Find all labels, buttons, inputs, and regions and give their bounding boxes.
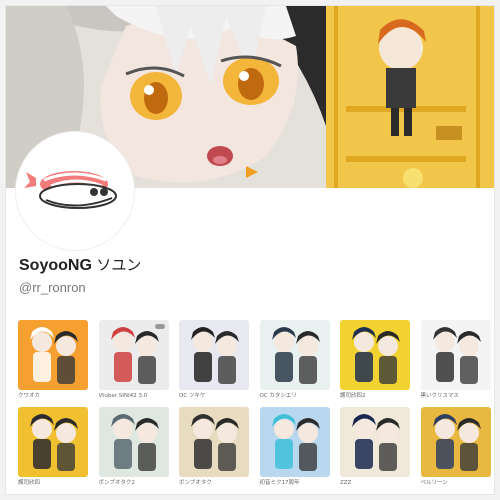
user-handle: @rr_ronron [19, 280, 86, 295]
gallery-thumbnail[interactable] [420, 320, 491, 390]
gallery-caption: ベルリーン [420, 480, 448, 486]
profile-avatar[interactable] [16, 132, 134, 250]
gallery-caption: OC ツキケ [179, 393, 206, 399]
display-name-latin: SoyooNG [19, 257, 92, 274]
multi-image-badge [154, 324, 165, 329]
gallery-caption: Vtuber SINI42 3.0 [98, 393, 148, 399]
gallery-item[interactable]: 初音ミク17周年 [259, 407, 330, 487]
gallery-caption: ボンブオタク [179, 480, 212, 486]
gallery-item[interactable]: ベルリーン [420, 407, 491, 487]
gallery-item[interactable]: クワオカ [18, 320, 88, 400]
gallery-item[interactable]: OC ツキケ [179, 320, 249, 400]
gallery-item[interactable]: ボンブオタク2 [98, 407, 169, 487]
gallery-item[interactable]: ボンブオタク [179, 407, 249, 487]
gallery-thumbnail[interactable] [259, 320, 330, 390]
gallery-caption: 護司欣四2 [340, 393, 366, 399]
gallery-item[interactable]: OC カタシエリ [259, 320, 330, 400]
gallery-thumbnail[interactable] [179, 407, 249, 477]
gallery-item[interactable]: 護司欣四2 [340, 320, 410, 400]
display-name-japanese: ソユン [96, 256, 142, 274]
gallery-thumbnail[interactable] [340, 407, 410, 477]
gallery-item[interactable]: Vtuber SINI42 3.0 [98, 320, 169, 400]
gallery-caption: クワオカ [18, 393, 41, 399]
gallery-thumbnail[interactable] [18, 407, 88, 477]
gallery-caption: OC カタシエリ [259, 393, 297, 399]
gallery-thumbnail[interactable] [340, 320, 410, 390]
gallery-item[interactable]: ZZZ [340, 407, 410, 487]
gallery-caption: ZZZ [340, 480, 352, 486]
gallery-thumbnail[interactable] [179, 320, 249, 390]
gallery-caption: 初音ミク17周年 [259, 480, 300, 486]
gallery-caption: 黒いクリスマス [420, 393, 459, 399]
gallery-item[interactable]: 護司欣四 [18, 407, 88, 487]
gallery-caption: 護司欣四 [18, 480, 41, 486]
display-name: SoyooNG ソユン [19, 254, 141, 275]
gallery-thumbnail[interactable] [98, 407, 169, 477]
gallery-thumbnail[interactable] [259, 407, 330, 477]
gallery-thumbnail[interactable] [98, 320, 169, 390]
gallery-thumbnail[interactable] [18, 320, 88, 390]
gallery-thumbnail[interactable] [420, 407, 491, 477]
profile-page: SoyooNG ソユン @rr_ronron クワオカ Vtuber SINI42… [5, 5, 495, 495]
gallery-item[interactable]: 黒いクリスマス [420, 320, 491, 400]
gallery-caption: ボンブオタク2 [98, 480, 135, 486]
